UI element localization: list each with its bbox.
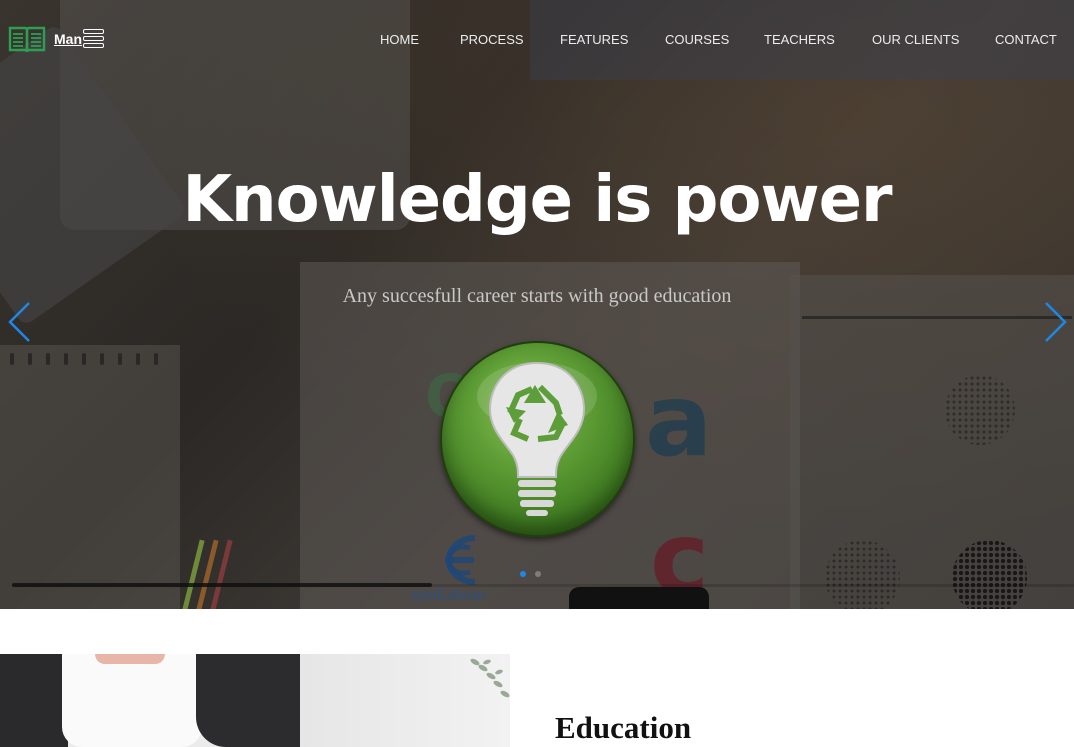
hero-slider: a c Q conEdison Man HOME PROCESS FEATU [0, 0, 1074, 609]
hamburger-menu-icon[interactable] [83, 29, 104, 49]
background-dot-pattern [945, 375, 1015, 445]
background-logo-text: conEdison [411, 587, 486, 604]
background-logo-a: a [645, 362, 713, 479]
nav-contact[interactable]: CONTACT [995, 32, 1057, 47]
nav-our-clients[interactable]: OUR CLIENTS [872, 32, 959, 47]
background-logo-conedison [420, 530, 490, 590]
background-notebook [0, 345, 180, 609]
nav-courses[interactable]: COURSES [665, 32, 729, 47]
open-book-icon[interactable] [8, 25, 46, 54]
chevron-left-icon[interactable] [5, 300, 35, 344]
main-nav: HOME PROCESS FEATURES COURSES TEACHERS O… [374, 32, 1074, 48]
slider-progress-handle[interactable] [12, 583, 432, 587]
background-line [802, 316, 1072, 319]
background-dot-pattern [952, 540, 1027, 609]
hero-title: Knowledge is power [182, 163, 892, 237]
section-title: Education [555, 710, 692, 745]
slide-dot-1[interactable] [520, 571, 526, 577]
plant-leaves [470, 658, 510, 698]
nav-home[interactable]: HOME [380, 32, 419, 47]
background-dark-object [569, 587, 709, 609]
slide-dot-2[interactable] [535, 571, 541, 577]
chevron-right-icon[interactable] [1040, 300, 1070, 344]
nav-features[interactable]: FEATURES [560, 32, 628, 47]
nav-teachers[interactable]: TEACHERS [764, 32, 835, 47]
hero-subtitle: Any succesfull career starts with good e… [342, 285, 732, 307]
nav-process[interactable]: PROCESS [460, 32, 524, 47]
teacher-photo [0, 654, 510, 747]
background-dot-pattern [825, 540, 900, 609]
recycle-lightbulb-icon [440, 341, 635, 537]
brand-link[interactable]: Man [54, 31, 82, 47]
